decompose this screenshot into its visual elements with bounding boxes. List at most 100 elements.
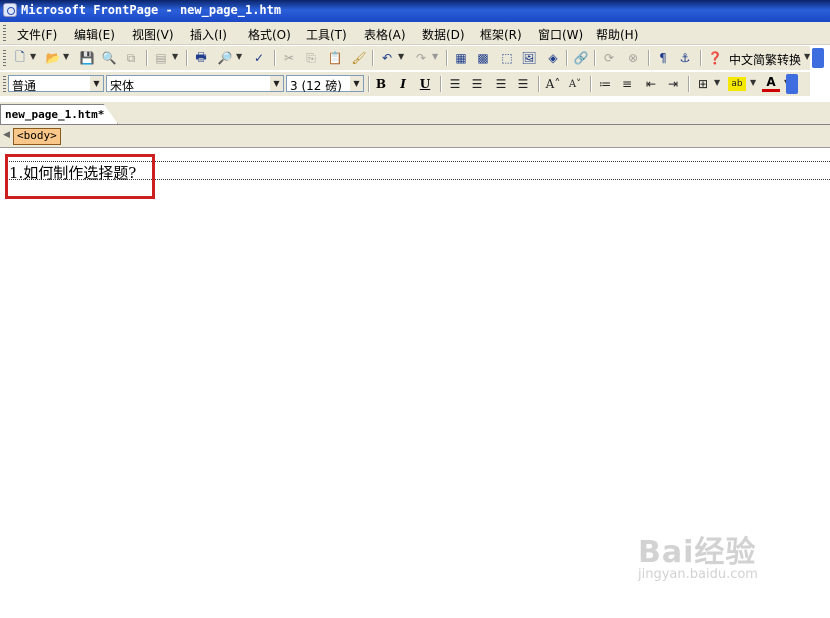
toolbar-separator <box>700 50 702 66</box>
align-left-icon[interactable]: ☰ <box>446 75 464 93</box>
cut-icon[interactable]: ✂ <box>280 49 298 67</box>
menu-edit[interactable]: 编辑(E) <box>74 26 115 43</box>
borders-dropdown-icon[interactable]: ▼ <box>714 78 720 87</box>
highlight-dropdown-icon[interactable]: ▼ <box>750 78 756 87</box>
menu-tools[interactable]: 工具(T) <box>306 26 347 43</box>
font-select[interactable]: 宋体 ▼ <box>106 75 284 93</box>
format-painter-icon[interactable]: 🖌 <box>350 49 368 67</box>
redo-icon[interactable]: ↷ <box>412 49 430 67</box>
chinese-convert-dropdown-icon[interactable]: ▼ <box>804 52 810 61</box>
undo-icon[interactable]: ↶ <box>378 49 396 67</box>
menu-data[interactable]: 数据(D) <box>422 26 465 43</box>
show-all-icon[interactable]: ¶ <box>654 49 672 67</box>
decrease-font-icon[interactable]: A˅ <box>566 75 584 93</box>
chevron-down-icon[interactable]: ▼ <box>90 76 103 91</box>
hyperlink-icon[interactable]: 🔗 <box>572 49 590 67</box>
toolbar-grip[interactable] <box>3 76 6 92</box>
preview-dropdown-icon[interactable]: ▼ <box>236 52 242 61</box>
help-icon[interactable]: ❓ <box>706 49 724 67</box>
undo-dropdown-icon[interactable]: ▼ <box>398 52 404 61</box>
toolbar-separator <box>440 76 442 92</box>
print-icon[interactable]: 🖶 <box>192 49 210 67</box>
new-icon[interactable]: 🗋 <box>11 49 29 67</box>
standard-toolbar: 🗋 ▼ 📂 ▼ 💾 🔍 ⧉ ▤ ▼ 🖶 🔎 ▼ ✓ ✂ ⎘ 📋 🖌 ↶ ▼ ↷ … <box>0 46 824 70</box>
chinese-convert-label[interactable]: 中文简繁转换 <box>729 51 801 68</box>
publish-icon[interactable]: ⧉ <box>122 49 140 67</box>
insert-table-icon[interactable]: ▩ <box>474 49 492 67</box>
menu-window[interactable]: 窗口(W) <box>538 26 583 43</box>
bold-button[interactable]: B <box>372 75 390 93</box>
menu-help[interactable]: 帮助(H) <box>596 26 638 43</box>
style-value: 普通 <box>12 79 37 93</box>
align-right-icon[interactable]: ☰ <box>492 75 510 93</box>
new-dropdown-icon[interactable]: ▼ <box>30 52 36 61</box>
align-center-icon[interactable]: ☰ <box>468 75 486 93</box>
underline-button[interactable]: U <box>416 75 434 93</box>
spelling-icon[interactable]: ✓ <box>250 49 268 67</box>
increase-indent-icon[interactable]: ⇥ <box>664 75 682 93</box>
watermark-brand: Bai经验 <box>638 535 757 570</box>
toolbar-grip[interactable] <box>3 50 6 66</box>
toolbar-separator <box>368 76 370 92</box>
document-tab-bar: new_page_1.htm* <box>0 102 830 125</box>
insert-picture-icon[interactable]: 🖼 <box>520 49 538 67</box>
toolbar-separator <box>446 50 448 66</box>
bulleted-list-icon[interactable]: ≡ <box>618 75 636 93</box>
borders-icon[interactable]: ⊞ <box>694 75 712 93</box>
italic-button[interactable]: I <box>394 75 412 93</box>
increase-font-icon[interactable]: A˄ <box>544 75 562 93</box>
drawing-icon[interactable]: ◈ <box>544 49 562 67</box>
search-icon[interactable]: 🔍 <box>100 49 118 67</box>
toolbar-overflow-button[interactable] <box>812 48 824 68</box>
menu-bar: 文件(F) 编辑(E) 视图(V) 插入(I) 格式(O) 工具(T) 表格(A… <box>0 22 830 45</box>
save-icon[interactable]: 💾 <box>78 49 96 67</box>
toolbar-separator <box>372 50 374 66</box>
open-icon[interactable]: 📂 <box>44 49 62 67</box>
scroll-left-icon[interactable]: ◀ <box>3 130 10 140</box>
toggle-pane-dropdown-icon[interactable]: ▼ <box>172 52 178 61</box>
style-select[interactable]: 普通 ▼ <box>8 75 104 93</box>
insert-layer-icon[interactable]: ⬚ <box>498 49 516 67</box>
tab-new-page-1[interactable]: new_page_1.htm* <box>0 104 118 124</box>
print-preview-icon[interactable]: 🔎 <box>216 49 234 67</box>
font-size-select[interactable]: 3 (12 磅) ▼ <box>286 75 364 93</box>
menu-format[interactable]: 格式(O) <box>248 26 291 43</box>
chevron-down-icon[interactable]: ▼ <box>270 76 283 91</box>
chevron-down-icon[interactable]: ▼ <box>350 76 363 91</box>
annotation-highlight-box <box>5 154 155 199</box>
font-value: 宋体 <box>110 79 135 93</box>
body-tag-button[interactable]: <body> <box>13 128 61 145</box>
font-color-icon[interactable]: A <box>762 75 780 92</box>
toggle-pane-icon[interactable]: ▤ <box>152 49 170 67</box>
toolbar-separator <box>688 76 690 92</box>
menubar-grip[interactable] <box>3 25 6 41</box>
toolbar-overflow-button[interactable] <box>786 74 798 94</box>
bookmark-icon[interactable]: ⚓ <box>676 49 694 67</box>
stop-icon[interactable]: ⊗ <box>624 49 642 67</box>
redo-dropdown-icon[interactable]: ▼ <box>432 52 438 61</box>
frontpage-app-icon[interactable] <box>3 3 17 17</box>
paste-icon[interactable]: 📋 <box>326 49 344 67</box>
toolbar-separator <box>648 50 650 66</box>
decrease-indent-icon[interactable]: ⇤ <box>642 75 660 93</box>
open-dropdown-icon[interactable]: ▼ <box>63 52 69 61</box>
highlight-icon[interactable]: ab <box>728 77 746 91</box>
toolbar-separator <box>146 50 148 66</box>
toolbar-separator <box>186 50 188 66</box>
menu-frames[interactable]: 框架(R) <box>480 26 522 43</box>
refresh-icon[interactable]: ⟳ <box>600 49 618 67</box>
numbered-list-icon[interactable]: ≔ <box>596 75 614 93</box>
title-bar: Microsoft FrontPage - new_page_1.htm <box>0 0 830 22</box>
menu-table[interactable]: 表格(A) <box>364 26 406 43</box>
font-size-value: 3 (12 磅) <box>290 79 342 93</box>
justify-icon[interactable]: ☰ <box>514 75 532 93</box>
toolbar-separator <box>274 50 276 66</box>
copy-icon[interactable]: ⎘ <box>302 49 320 67</box>
watermark-url: jingyan.baidu.com <box>638 567 758 582</box>
web-component-icon[interactable]: ▦ <box>452 49 470 67</box>
toolbar-separator <box>566 50 568 66</box>
menu-file[interactable]: 文件(F) <box>17 26 57 43</box>
menu-insert[interactable]: 插入(I) <box>190 26 227 43</box>
menu-view[interactable]: 视图(V) <box>132 26 174 43</box>
baidu-watermark: Bai经验 jingyan.baidu.com <box>638 527 758 582</box>
